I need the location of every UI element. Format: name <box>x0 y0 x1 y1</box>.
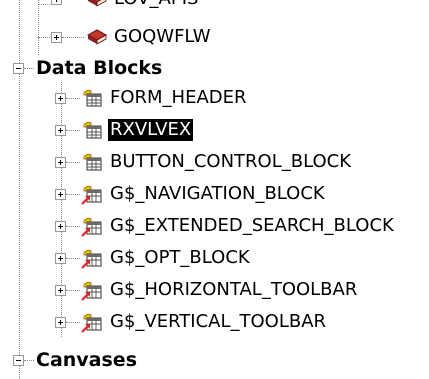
tree-item-rxvlvex-selected[interactable]: RXVLVEX <box>108 119 194 141</box>
tree-item-label-partial[interactable]: LOV_APIS <box>112 0 200 10</box>
subclassed-block-icon <box>81 217 102 237</box>
expand-toggle[interactable] <box>55 253 66 264</box>
tree-connector-line <box>24 68 34 69</box>
expand-toggle[interactable] <box>55 157 66 168</box>
tree-item-goqwflw[interactable]: GOQWFLW <box>112 26 213 48</box>
tree-connector-line <box>38 0 39 55</box>
tree-connector-line <box>66 162 80 163</box>
expand-toggle[interactable] <box>55 93 66 104</box>
object-navigator-tree: LOV_APIS GOQWFLW Data Blocks FORM_HEADER… <box>0 0 429 379</box>
tree-connector-line <box>66 290 80 291</box>
expand-toggle[interactable] <box>55 189 66 200</box>
tree-connector-line <box>66 322 80 323</box>
tree-connector-line <box>66 194 80 195</box>
expand-toggle[interactable] <box>55 285 66 296</box>
tree-item-g-vertical-toolbar[interactable]: G$_VERTICAL_TOOLBAR <box>108 311 328 333</box>
subclassed-block-icon <box>81 281 102 301</box>
tree-item-g-navigation-block[interactable]: G$_NAVIGATION_BLOCK <box>108 183 327 205</box>
block-icon <box>83 153 102 171</box>
expand-toggle[interactable] <box>55 317 66 328</box>
subclassed-block-icon <box>81 313 102 333</box>
expand-toggle[interactable] <box>51 32 62 43</box>
tree-item-button-control-block[interactable]: BUTTON_CONTROL_BLOCK <box>108 151 353 173</box>
tree-connector-line <box>66 226 80 227</box>
tree-connector-line <box>61 82 62 337</box>
tree-item-g-horizontal-toolbar[interactable]: G$_HORIZONTAL_TOOLBAR <box>108 279 359 301</box>
tree-connector-line <box>66 130 80 131</box>
tree-item-form-header[interactable]: FORM_HEADER <box>108 87 249 109</box>
expand-toggle[interactable] <box>55 125 66 136</box>
collapse-toggle[interactable] <box>13 355 24 366</box>
tree-category-canvases[interactable]: Canvases <box>34 349 139 371</box>
book-icon <box>86 29 108 45</box>
tree-item-g-opt-block[interactable]: G$_OPT_BLOCK <box>108 247 252 269</box>
tree-connector-line <box>66 98 80 99</box>
collapse-toggle[interactable] <box>13 63 24 74</box>
expand-toggle[interactable] <box>51 0 62 5</box>
tree-connector-line <box>62 37 84 38</box>
tree-connector-line <box>24 360 34 361</box>
subclassed-block-icon <box>81 249 102 269</box>
tree-connector-line <box>19 0 20 379</box>
book-icon <box>88 0 107 7</box>
tree-category-data-blocks[interactable]: Data Blocks <box>34 57 164 79</box>
tree-connector-line <box>66 258 80 259</box>
subclassed-block-icon <box>81 185 102 205</box>
expand-toggle[interactable] <box>55 221 66 232</box>
block-icon <box>83 121 102 139</box>
tree-item-g-extended-search-block[interactable]: G$_EXTENDED_SEARCH_BLOCK <box>108 215 396 237</box>
block-icon <box>83 89 102 107</box>
